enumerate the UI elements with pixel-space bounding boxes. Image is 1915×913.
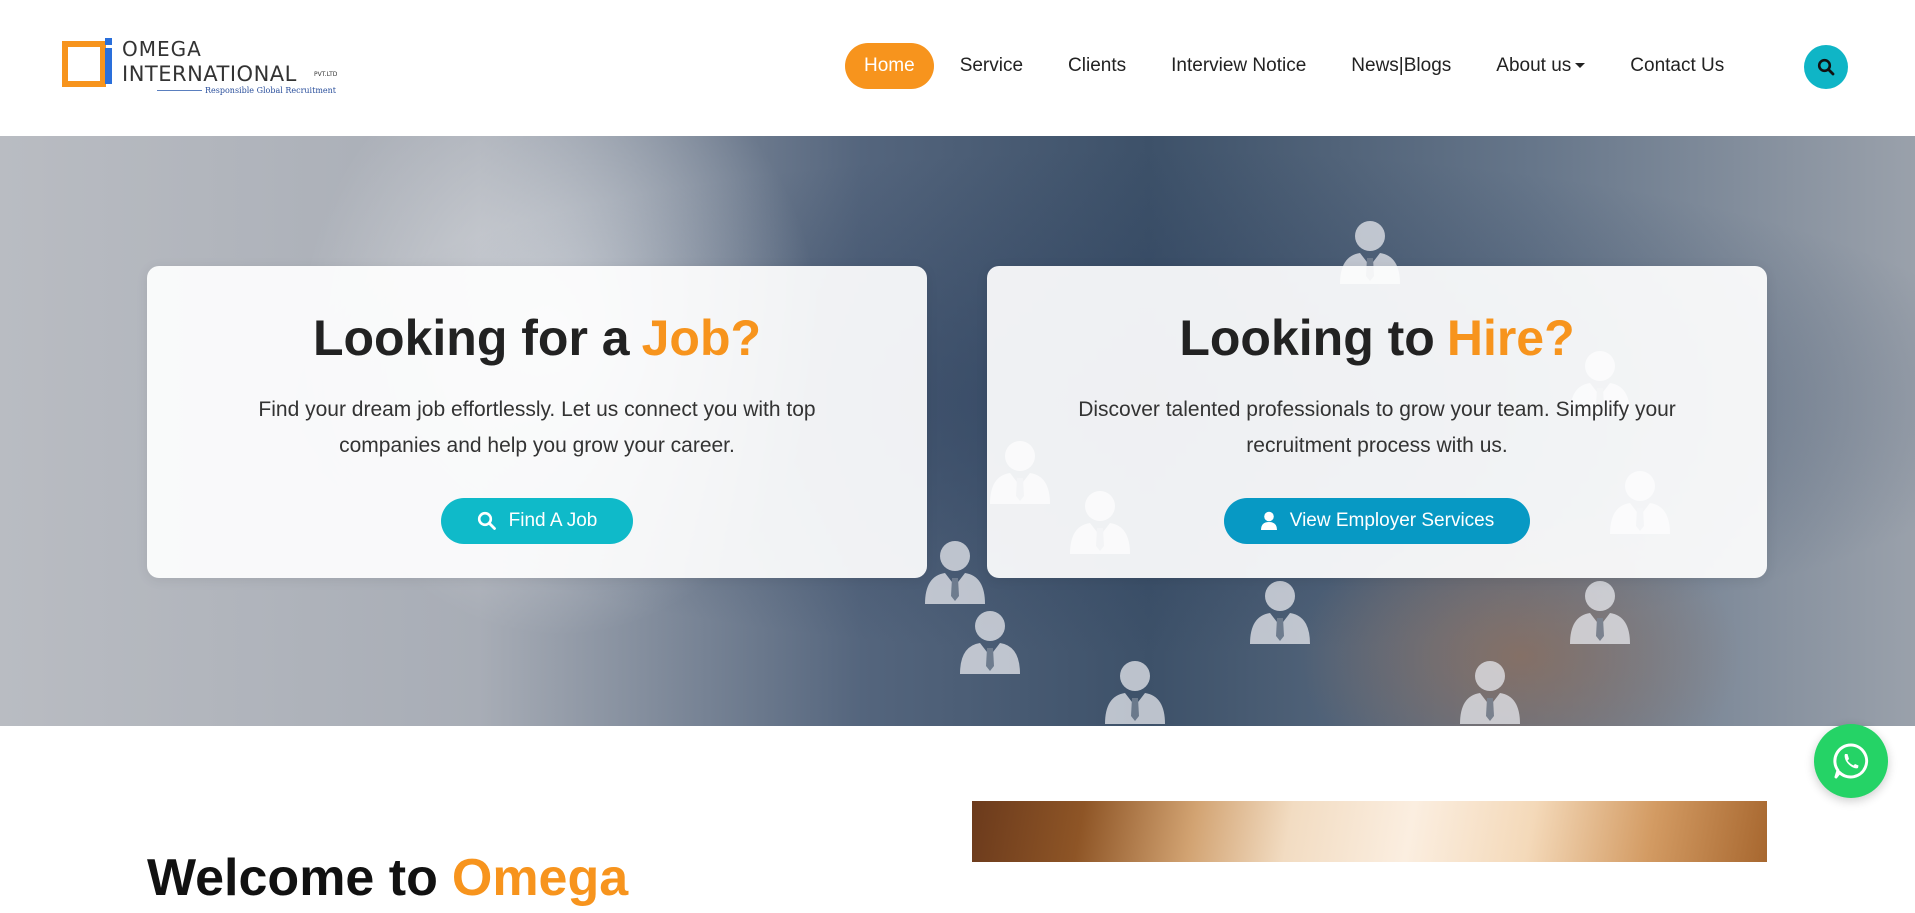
job-card-description: Find your dream job effortlessly. Let us… <box>258 398 816 457</box>
job-card-title: Looking for a Job? <box>147 306 927 370</box>
logo-tagline: Responsible Global Recruitment <box>202 86 340 95</box>
hire-card-description: Discover talented professionals to grow … <box>1078 398 1676 457</box>
logo-name-line1: OMEGA <box>122 37 202 61</box>
nav-service[interactable]: Service <box>960 55 1023 77</box>
header-search-button[interactable] <box>1804 45 1848 89</box>
hero-banner: Looking for a Job? Find your dream job ef… <box>0 136 1915 726</box>
search-icon <box>1817 58 1835 76</box>
whatsapp-icon <box>1833 743 1869 779</box>
welcome-heading-prefix: Welcome to <box>147 849 438 908</box>
whatsapp-chat-button[interactable] <box>1814 724 1888 798</box>
site-header: OMEGA INTERNATIONAL PVT.LTD Responsible … <box>0 0 1915 136</box>
nav-contact-us[interactable]: Contact Us <box>1630 55 1724 77</box>
find-a-job-label: Find A Job <box>508 510 598 531</box>
logo-mark-icon <box>62 38 112 87</box>
job-card-title-prefix: Looking for a <box>312 310 630 366</box>
search-icon <box>477 511 496 530</box>
job-card-title-accent: Job? <box>641 310 762 366</box>
nav-about-us[interactable]: About us <box>1496 55 1586 77</box>
find-a-job-button[interactable]: Find A Job <box>440 498 634 544</box>
omega-logo[interactable]: OMEGA INTERNATIONAL PVT.LTD Responsible … <box>62 34 342 100</box>
view-employer-services-button[interactable]: View Employer Services <box>1223 498 1531 544</box>
hire-card-title-accent: Hire? <box>1446 310 1575 366</box>
nav-news-blogs[interactable]: News|Blogs <box>1351 55 1451 77</box>
welcome-heading-accent: Omega <box>451 849 629 908</box>
employer-card: Looking to Hire? Discover talented profes… <box>987 266 1767 578</box>
main-nav: Home Service Clients Interview Notice Ne… <box>845 42 1724 90</box>
welcome-photo <box>972 801 1767 862</box>
hire-card-title-prefix: Looking to <box>1179 310 1435 366</box>
view-employer-services-label: View Employer Services <box>1289 510 1495 531</box>
welcome-heading: Welcome to Omega <box>147 843 628 913</box>
job-seeker-card: Looking for a Job? Find your dream job ef… <box>147 266 927 578</box>
user-icon <box>1260 511 1277 530</box>
nav-home[interactable]: Home <box>845 43 934 89</box>
nav-clients[interactable]: Clients <box>1068 55 1126 77</box>
logo-name-line2: INTERNATIONAL <box>122 62 297 86</box>
nav-about-us-label: About us <box>1496 55 1572 76</box>
hire-card-title: Looking to Hire? <box>987 306 1767 370</box>
caret-down-icon <box>1575 63 1586 69</box>
nav-interview-notice[interactable]: Interview Notice <box>1171 55 1306 77</box>
logo-suffix: PVT.LTD <box>314 71 338 78</box>
